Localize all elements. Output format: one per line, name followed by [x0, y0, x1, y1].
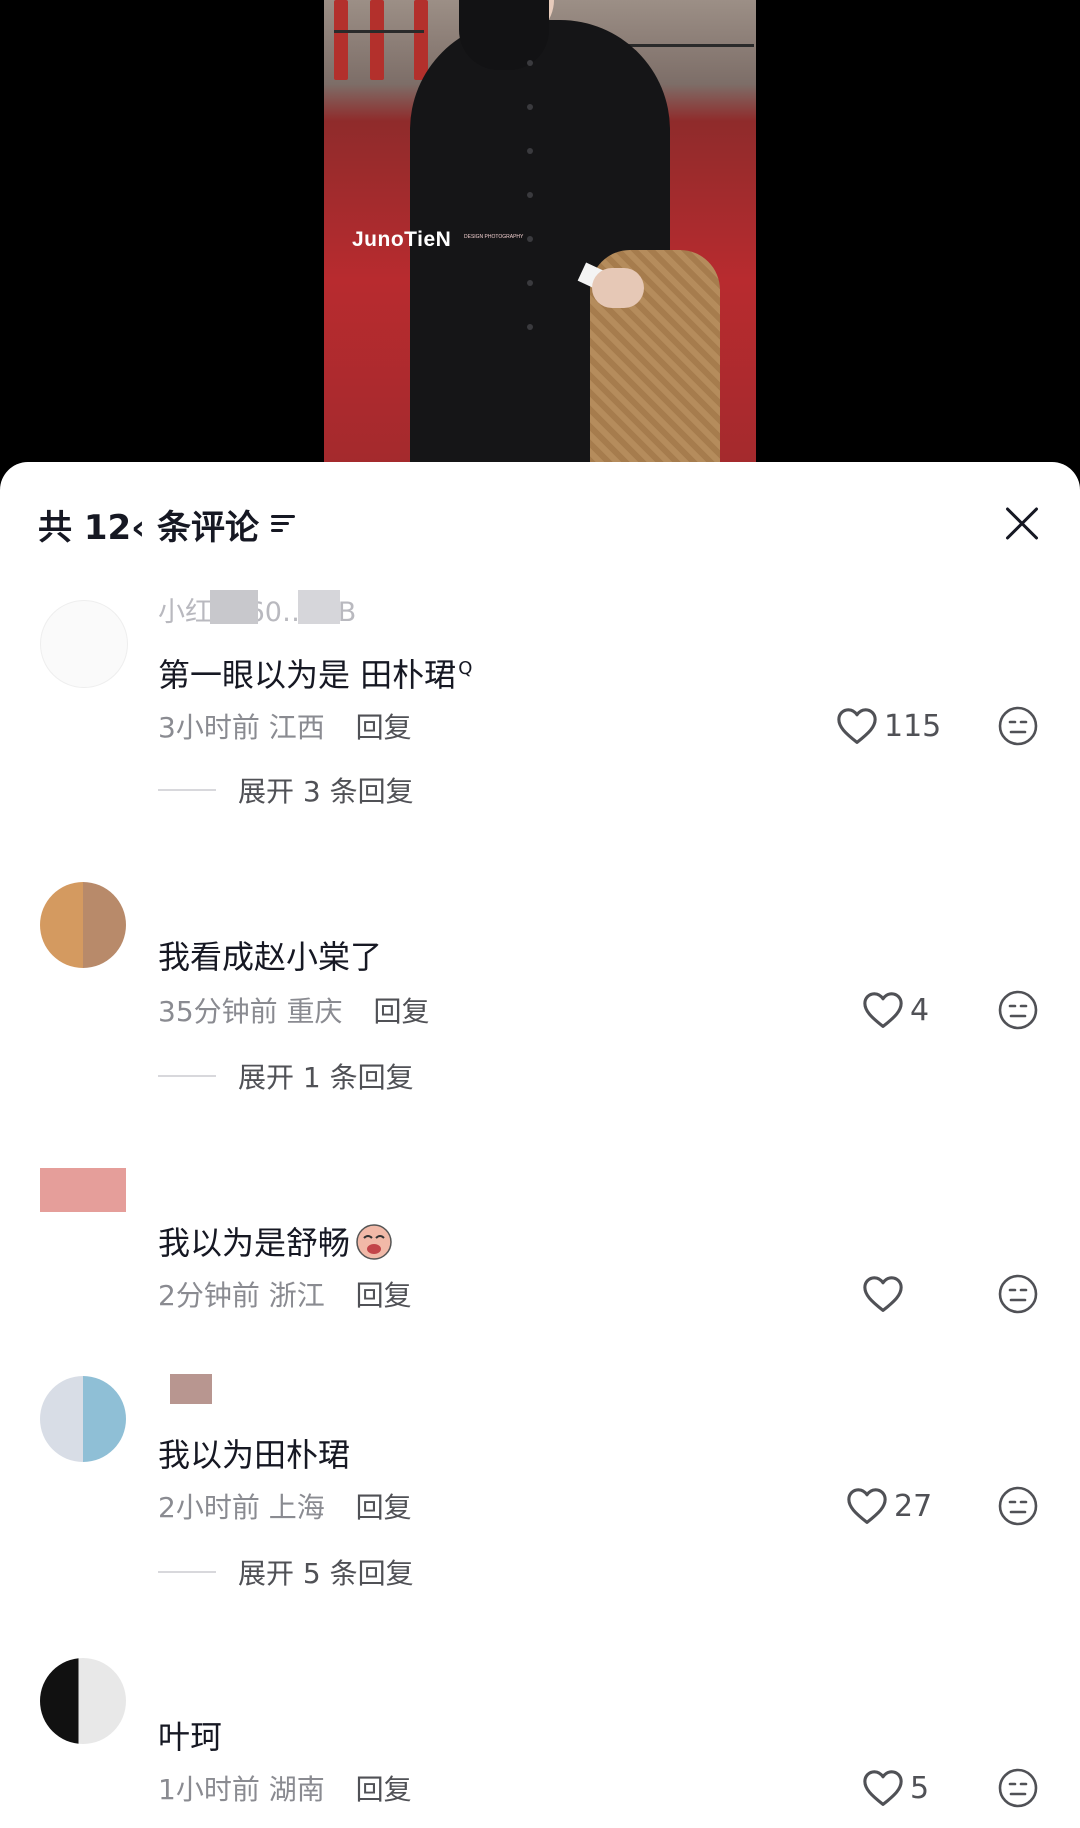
dislike-face-icon[interactable] [998, 706, 1038, 746]
reply-button[interactable]: 回复 [356, 1491, 412, 1524]
sort-icon[interactable] [271, 513, 297, 535]
like-button[interactable]: 4 [862, 990, 929, 1030]
dress-collar [459, 0, 549, 70]
comment-text: 叶珂 [158, 1718, 223, 1756]
crying-emoji-icon [356, 1224, 392, 1260]
comment-time: 35分钟前 [158, 995, 278, 1028]
comment-meta: 1小时前 湖南 回复 [158, 1768, 412, 1808]
dislike-face-icon[interactable] [998, 1486, 1038, 1526]
video-frame: JunoTieN DESIGN PHOTOGRAPHY [324, 0, 756, 466]
heart-icon [863, 1770, 903, 1806]
avatar[interactable] [40, 882, 126, 968]
close-icon[interactable] [1004, 506, 1040, 542]
dislike-face-icon[interactable] [998, 990, 1038, 1030]
comment-meta: 2分钟前 浙江 回复 [158, 1274, 412, 1314]
comment-location: 上海 [268, 1491, 325, 1524]
comment-sheet-header: 共 12‹ 条评论 [38, 502, 297, 548]
reply-button[interactable]: 回复 [356, 1279, 412, 1312]
like-count: 5 [910, 1770, 930, 1806]
comment-sheet: 共 12‹ 条评论 小红薯 60…DIB 第一眼以为是 田朴珺Q 3小时前 江西… [0, 462, 1080, 1828]
heart-icon [837, 708, 877, 744]
avatar[interactable] [40, 600, 128, 688]
expand-replies[interactable]: 展开 5 条回复 [158, 1552, 414, 1592]
comment-location: 江西 [268, 711, 325, 744]
redaction-mosaic [170, 1374, 212, 1404]
comment-time: 1小时前 [158, 1773, 260, 1806]
like-count: 115 [884, 708, 942, 744]
comment-meta: 3小时前 江西 回复 [158, 706, 412, 746]
expand-replies-label: 展开 5 条回复 [238, 1557, 414, 1590]
dislike-face-icon[interactable] [998, 1768, 1038, 1808]
queue-rope [334, 30, 424, 33]
expand-replies-label: 展开 1 条回复 [238, 1061, 414, 1094]
like-button[interactable]: 27 [846, 1486, 932, 1526]
expand-replies[interactable]: 展开 1 条回复 [158, 1056, 414, 1096]
video-watermark-sub: DESIGN PHOTOGRAPHY [464, 234, 524, 240]
comment-count-title: 共 12‹ 条评论 [38, 507, 259, 548]
dislike-face-icon[interactable] [998, 1274, 1038, 1314]
like-button[interactable]: 5 [862, 1768, 929, 1808]
heart-icon [863, 1276, 903, 1312]
comment-text: 第一眼以为是 田朴珺 Q [158, 656, 473, 694]
like-count: 27 [894, 1488, 933, 1524]
like-button[interactable]: 115 [836, 706, 941, 746]
like-button[interactable] [862, 1274, 910, 1314]
comment-location: 湖南 [268, 1773, 325, 1806]
expand-line [158, 1571, 216, 1573]
comment-text: 我以为是舒畅 [158, 1218, 394, 1264]
redaction-mosaic [298, 590, 340, 624]
comment-meta: 2小时前 上海 回复 [158, 1486, 412, 1526]
reply-button[interactable]: 回复 [356, 711, 412, 744]
comment-location: 浙江 [268, 1279, 325, 1312]
queue-post [334, 0, 348, 80]
comment-meta: 35分钟前 重庆 回复 [158, 990, 429, 1030]
expand-replies[interactable]: 展开 3 条回复 [158, 770, 414, 810]
expand-replies-label: 展开 3 条回复 [238, 775, 414, 808]
expand-line [158, 789, 216, 791]
avatar[interactable] [40, 1376, 126, 1462]
reply-button[interactable]: 回复 [356, 1773, 412, 1806]
avatar[interactable] [40, 1658, 126, 1744]
like-count: 4 [910, 992, 930, 1028]
comment-time: 2分钟前 [158, 1279, 260, 1312]
heart-icon [863, 992, 903, 1028]
search-icon[interactable]: Q [458, 658, 472, 679]
expand-line [158, 1075, 216, 1077]
comment-text: 我看成赵小棠了 [158, 938, 383, 976]
redaction-mosaic [210, 590, 258, 624]
video-watermark: JunoTieN [352, 228, 452, 251]
dress-buttons [527, 60, 535, 390]
comment-text: 我以为田朴珺 [158, 1436, 351, 1474]
avatar[interactable] [40, 1168, 126, 1212]
comment-time: 2小时前 [158, 1491, 260, 1524]
heart-icon [847, 1488, 887, 1524]
hand [592, 268, 644, 308]
comment-time: 3小时前 [158, 711, 260, 744]
queue-rope [624, 44, 754, 47]
reply-button[interactable]: 回复 [373, 995, 429, 1028]
queue-post [370, 0, 384, 80]
queue-post [414, 0, 428, 80]
video-player[interactable]: JunoTieN DESIGN PHOTOGRAPHY [0, 0, 1080, 470]
comment-location: 重庆 [286, 995, 343, 1028]
